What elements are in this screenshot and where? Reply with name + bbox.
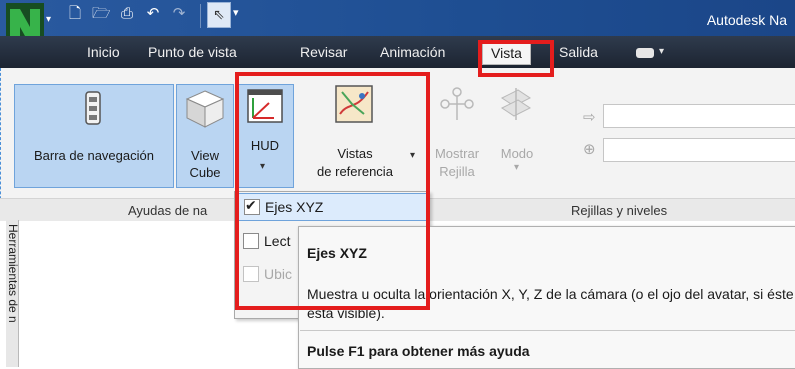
view-cube-icon	[185, 90, 225, 128]
navigation-bar-icon	[85, 91, 101, 125]
qat-divider	[200, 4, 201, 28]
grid-mode-icon[interactable]	[498, 86, 534, 122]
tooltip-help-hint: Pulse F1 para obtener más ayuda	[307, 343, 530, 359]
active-grid-field[interactable]	[603, 104, 795, 128]
print-icon[interactable]: ⎙	[118, 6, 136, 22]
navigation-bar-label: Barra de navegación	[34, 148, 154, 163]
navigation-tools-panel-label: Herramientas de n	[6, 224, 20, 323]
active-grid-icon[interactable]: ⇨	[583, 108, 596, 126]
group-label-grids-levels: Rejillas y niveles	[571, 203, 668, 218]
level-field[interactable]	[603, 138, 795, 162]
tab-inicio[interactable]: Inicio	[87, 44, 120, 60]
window-title: Autodesk Na	[706, 12, 787, 28]
group-label-navigation-aids: Ayudas de na	[128, 203, 208, 218]
grid-mode-label: Modo	[500, 146, 534, 161]
level-icon[interactable]: ⊕	[583, 140, 596, 158]
undo-icon[interactable]: ↶	[144, 6, 162, 22]
select-tool-button[interactable]: ⇖	[207, 2, 231, 28]
grid-mode-dropdown-icon[interactable]: ▾	[514, 162, 519, 173]
qat-customize-icon[interactable]: ▾	[233, 6, 239, 19]
show-grid-icon[interactable]	[440, 86, 474, 122]
tooltip-divider	[300, 330, 795, 331]
show-grid-label-line1: Mostrar	[434, 146, 480, 161]
app-menu-chevron-icon[interactable]: ▾	[46, 14, 51, 25]
tab-salida[interactable]: Salida	[559, 44, 598, 60]
cursor-arrow-icon: ⇖	[213, 6, 225, 22]
tab-punto-de-vista[interactable]: Punto de vista	[148, 44, 237, 60]
view-cube-button[interactable]: View Cube	[176, 84, 234, 188]
view-cube-label-line1: View	[191, 148, 219, 163]
highlight-box-vista-tab	[478, 40, 554, 77]
show-grid-label-line2: Rejilla	[439, 164, 475, 179]
view-cube-label-line2: Cube	[189, 165, 221, 180]
highlight-box-hud-menu	[235, 72, 430, 310]
workspace-icon[interactable]	[636, 48, 654, 58]
tab-animacion[interactable]: Animación	[380, 44, 445, 60]
redo-icon[interactable]: ↷	[170, 6, 188, 22]
tab-revisar[interactable]: Revisar	[300, 44, 347, 60]
open-folder-icon[interactable]: 🗁	[92, 6, 111, 22]
navigation-bar-button[interactable]: Barra de navegación	[14, 84, 174, 188]
workspace-chevron-icon[interactable]: ▾	[659, 46, 664, 57]
new-file-icon[interactable]: 🗋	[66, 6, 84, 22]
navigation-tools-panel-tab[interactable]: Herramientas de n	[6, 220, 20, 367]
